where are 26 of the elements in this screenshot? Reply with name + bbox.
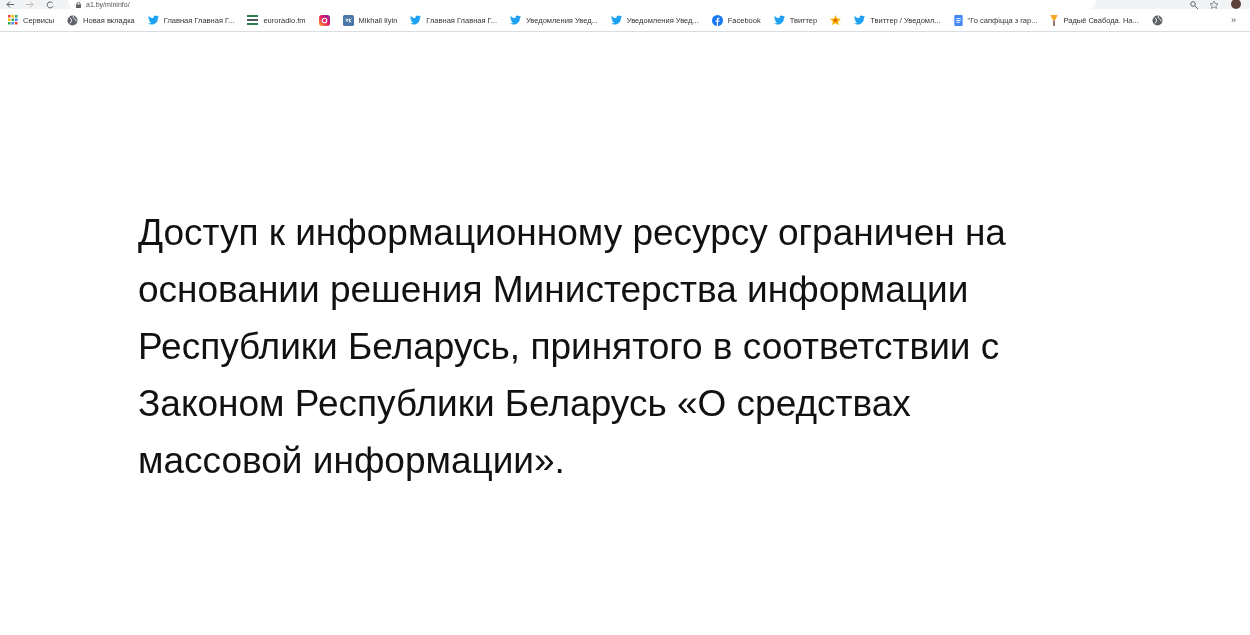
back-icon[interactable] bbox=[6, 1, 14, 8]
globe-icon bbox=[67, 14, 79, 26]
torch-icon bbox=[1050, 14, 1059, 26]
camera-icon bbox=[318, 14, 330, 26]
bookmark[interactable] bbox=[1151, 14, 1163, 26]
bird-icon bbox=[854, 15, 866, 25]
vk-icon bbox=[342, 14, 354, 26]
bird-icon bbox=[773, 15, 785, 25]
avatar-icon[interactable] bbox=[1230, 0, 1242, 9]
star-icon bbox=[830, 14, 842, 26]
bird-icon bbox=[410, 15, 422, 25]
search-icon[interactable] bbox=[1190, 0, 1198, 9]
bird-icon bbox=[510, 15, 521, 25]
more-bookmarks-button[interactable]: » bbox=[1231, 15, 1242, 25]
lock-icon bbox=[76, 1, 81, 8]
bird-icon bbox=[610, 15, 622, 25]
apps-icon bbox=[8, 15, 18, 25]
bookmark[interactable] bbox=[830, 14, 842, 26]
globe-icon bbox=[1151, 14, 1163, 26]
facebook-icon bbox=[711, 14, 723, 26]
star-outline-icon[interactable] bbox=[1210, 0, 1218, 9]
reload-icon[interactable] bbox=[46, 0, 54, 9]
document-icon bbox=[953, 14, 963, 26]
bookmark[interactable] bbox=[318, 14, 330, 26]
block-notice: Доступ к информационному ресурсу ограничен на основании решения Министерства информации Республики Беларусь, принятого в соответствии с Законом Республики Беларусь «О средствах массовой информации». bbox=[138, 211, 1007, 483]
bird-icon bbox=[147, 15, 159, 25]
